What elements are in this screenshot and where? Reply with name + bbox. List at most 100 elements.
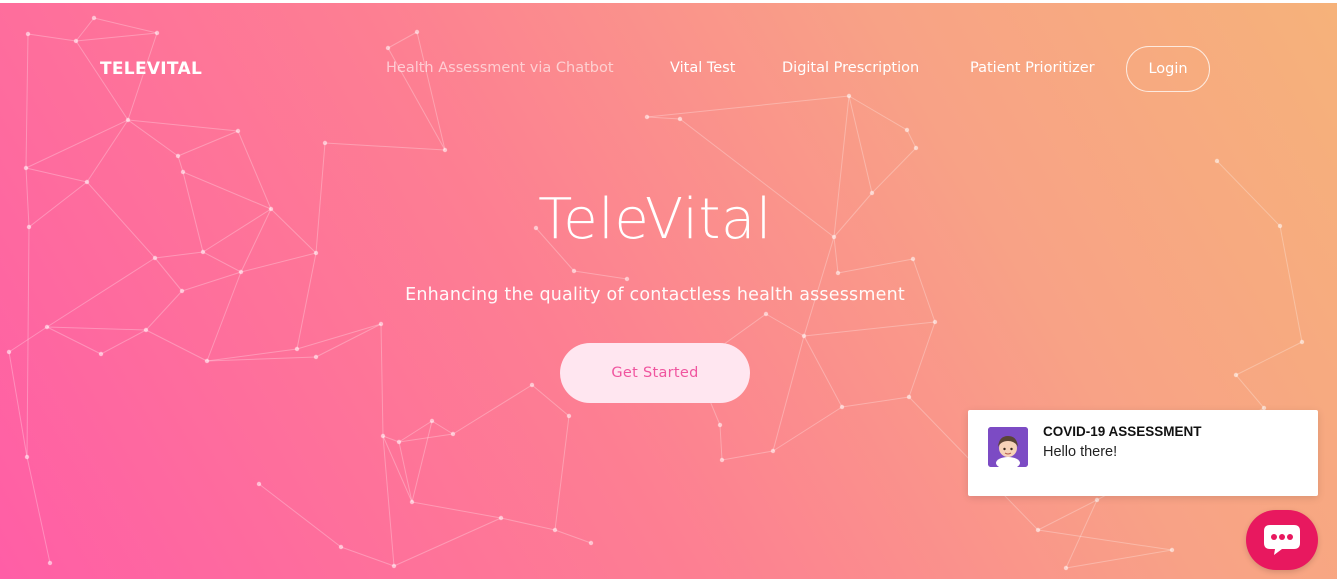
network-node (588, 540, 594, 546)
network-node (906, 394, 912, 400)
network-node (571, 268, 577, 274)
network-line (1235, 341, 1303, 376)
network-line (871, 147, 917, 194)
network-node (763, 311, 769, 317)
network-line (270, 208, 317, 254)
network-line (841, 396, 910, 408)
network-node (1094, 497, 1100, 503)
network-node (529, 382, 535, 388)
network-node (26, 224, 32, 230)
network-line (26, 226, 30, 458)
network-node (391, 563, 397, 569)
network-line (296, 252, 317, 350)
network-line (86, 181, 156, 259)
network-line (554, 529, 592, 544)
network-line (500, 517, 556, 531)
network-line (127, 119, 179, 157)
network-node (23, 165, 29, 171)
chat-greeting-card[interactable]: COVID-19 ASSESSMENT Hello there! (968, 410, 1318, 496)
network-node (1169, 547, 1175, 553)
network-node (175, 153, 181, 159)
network-node (913, 145, 919, 151)
network-node (450, 431, 456, 437)
network-line (906, 129, 917, 149)
network-line (28, 181, 88, 228)
network-line (398, 441, 413, 503)
network-line (75, 32, 158, 42)
nav-patient-prioritizer[interactable]: Patient Prioritizer (970, 60, 1095, 76)
get-started-button[interactable]: Get Started (560, 343, 750, 403)
nav-vital-test[interactable]: Vital Test (670, 60, 735, 76)
network-line (27, 33, 77, 42)
network-node (313, 354, 319, 360)
network-node (442, 147, 448, 153)
network-line (25, 167, 88, 183)
network-line (154, 251, 204, 259)
network-line (719, 424, 723, 461)
network-line (154, 257, 183, 292)
chat-message: Hello there! (1043, 444, 1118, 460)
network-node (910, 256, 916, 262)
network-node (1035, 527, 1041, 533)
nav-digital-prescription[interactable]: Digital Prescription (782, 60, 919, 76)
network-node (429, 418, 435, 424)
network-line (182, 171, 204, 253)
network-node (1299, 339, 1305, 345)
nav-health-assessment-chatbot[interactable]: Health Assessment via Chatbot (386, 60, 614, 76)
chat-launcher-button[interactable] (1246, 510, 1318, 570)
network-node (24, 454, 30, 460)
network-line (848, 95, 873, 194)
network-node (869, 190, 875, 196)
network-node (396, 439, 402, 445)
network-node (1063, 565, 1069, 571)
chat-title: COVID-19 ASSESSMENT (1043, 424, 1202, 439)
network-node (322, 140, 328, 146)
network-node (385, 45, 391, 51)
network-line (380, 323, 384, 437)
network-line (145, 290, 183, 331)
network-line (145, 329, 208, 362)
network-node (770, 448, 776, 454)
network-node (73, 38, 79, 44)
network-line (382, 435, 395, 567)
network-line (25, 33, 29, 169)
network-node (154, 30, 160, 36)
network-node (204, 358, 210, 364)
network-line (411, 501, 502, 519)
network-line (100, 329, 147, 355)
network-node (238, 269, 244, 275)
network-node (717, 422, 723, 428)
login-button[interactable]: Login (1126, 46, 1210, 92)
hero-title: TeleVital (538, 187, 772, 252)
network-line (93, 17, 158, 34)
network-node (624, 276, 630, 282)
network-node (200, 249, 206, 255)
network-line (721, 450, 774, 461)
network-node (839, 404, 845, 410)
network-line (26, 456, 51, 564)
network-node (180, 169, 186, 175)
network-line (1065, 499, 1098, 569)
network-node (414, 29, 420, 35)
network-node (932, 319, 938, 325)
network-line (177, 130, 239, 157)
network-node (98, 351, 104, 357)
network-line (1037, 529, 1173, 551)
landing-page: TELEVITAL Health Assessment via Chatbot … (0, 0, 1337, 579)
network-node (1214, 158, 1220, 164)
network-line (765, 313, 805, 337)
network-line (387, 31, 418, 49)
network-node (44, 324, 50, 330)
network-line (431, 420, 454, 435)
network-line (202, 251, 242, 273)
network-line (340, 546, 395, 567)
network-node (378, 321, 384, 327)
network-node (498, 515, 504, 521)
brand-logo[interactable]: TELEVITAL (100, 59, 202, 79)
network-line (75, 40, 129, 121)
network-node (1233, 372, 1239, 378)
network-node (294, 346, 300, 352)
network-node (552, 527, 558, 533)
network-line (803, 335, 843, 408)
network-line (240, 252, 317, 273)
